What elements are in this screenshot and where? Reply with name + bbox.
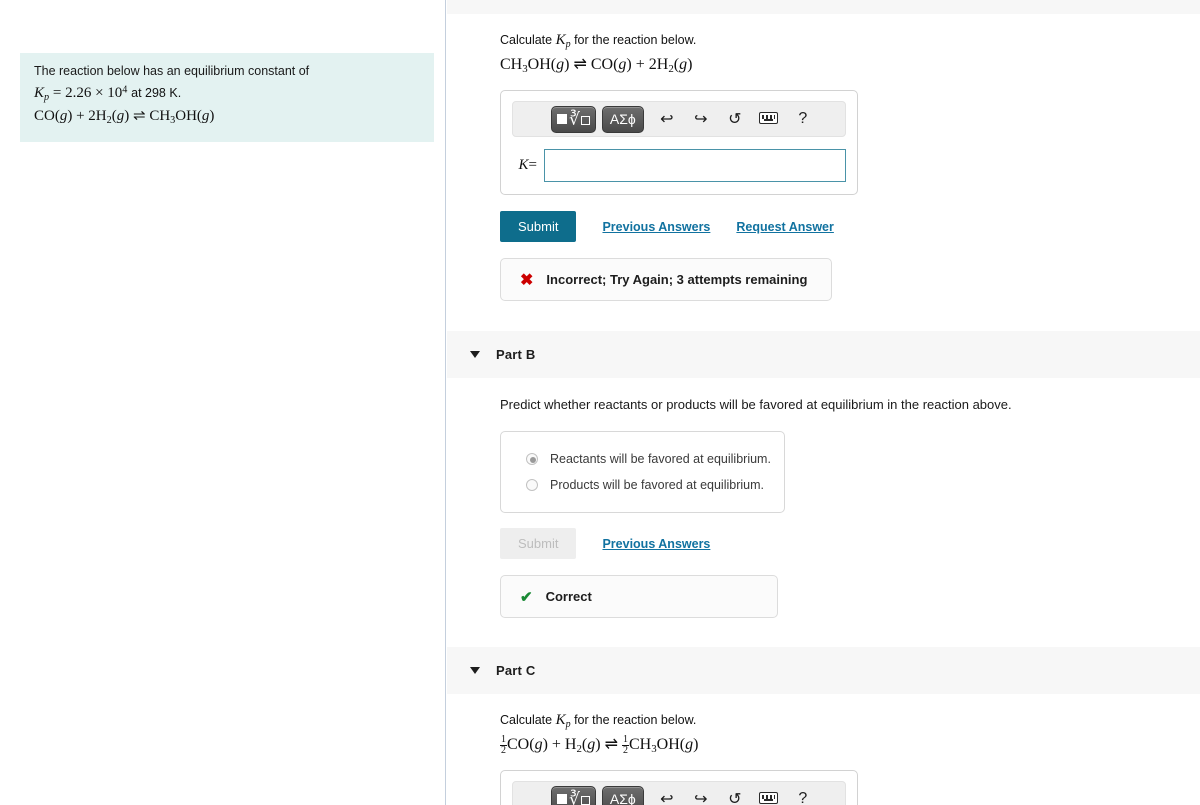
part-a-prompt: Calculate Kp for the reaction below. (500, 30, 1200, 52)
page-root: The reaction below has an equilibrium co… (0, 0, 1200, 805)
part-b-prompt: Predict whether reactants or products wi… (500, 397, 1012, 413)
eq-h2: ) + 2H (67, 107, 107, 124)
part-a-equals-sign: = (528, 157, 537, 174)
part-b-choice-products-label: Products will be favored at equilibrium. (550, 478, 764, 493)
part-c-prompt-k: K (555, 712, 566, 729)
part-a-prompt-suffix: for the reaction below. (570, 33, 697, 47)
part-a-math-toolbar: ∛ ΑΣϕ ↩ ↪ ↺ ? (512, 101, 846, 138)
part-b-title: Part B (496, 347, 536, 363)
part-a-k-symbol: K (518, 157, 529, 174)
part-c-title: Part C (496, 663, 536, 679)
part-b-choice-products[interactable]: Products will be favored at equilibrium. (501, 472, 784, 498)
part-a-prompt-prefix: Calculate (500, 33, 556, 47)
part-b-header[interactable]: Part B (447, 331, 1200, 379)
sqrt-template-button[interactable]: ∛ (551, 105, 596, 133)
keyboard-icon-2[interactable] (752, 791, 786, 805)
left-chemical-equation: CO(g) + 2H2(g) ⇌ CH3OH(g) (34, 106, 422, 129)
part-c-prompt: Calculate Kp for the reaction below. (500, 710, 1200, 732)
part-a-chemical-equation: CH3OH(g) ⇌ CO(g) + 2H2(g) (500, 56, 693, 76)
eq-close-paren: ) (124, 107, 130, 124)
part-b-body: Predict whether reactants or products wi… (447, 378, 1200, 619)
part-b-previous-answers-link[interactable]: Previous Answers (602, 537, 710, 551)
incorrect-icon: ✖ (520, 271, 534, 289)
eq-ch: CH (149, 107, 171, 124)
part-a-prompt-k: K (555, 32, 566, 48)
part-c-prompt-prefix: Calculate (500, 713, 556, 728)
eq-oh: OH( (175, 107, 202, 124)
right-answer-pane: Calculate Kp for the reaction below. CH3… (447, 0, 1200, 805)
part-a-request-answer-link[interactable]: Request Answer (736, 220, 833, 234)
part-b-feedback-text: Correct (545, 589, 592, 605)
part-c-body: Calculate Kp for the reaction below. 12 … (447, 694, 1200, 805)
part-a-input-row: K= (512, 149, 846, 183)
radio-products-icon[interactable] (526, 479, 538, 492)
part-a-input-label: K= (512, 157, 544, 174)
part-a-header-strip[interactable] (447, 0, 1200, 14)
kp-symbol: K (34, 84, 45, 101)
part-b-choice-reactants[interactable]: Reactants will be favored at equilibrium… (501, 446, 784, 472)
part-a-answer-box: ∛ ΑΣϕ ↩ ↪ ↺ ? K= (500, 90, 858, 196)
greek-symbols-button[interactable]: ΑΣϕ (601, 105, 644, 133)
question-statement-card: The reaction below has an equilibrium co… (20, 53, 434, 143)
kp-value: = 2.26 × 10 (52, 84, 123, 101)
part-c-header[interactable]: Part C (447, 647, 1200, 695)
kp-exponent: 4 (122, 84, 128, 96)
kp-temperature: at 298 K. (131, 85, 182, 100)
part-a-actions: Submit Previous Answers Request Answer (500, 211, 1200, 243)
reset-icon[interactable]: ↺ (718, 109, 752, 129)
part-c-chemical-equation: 12 CO(g) + H2(g) ⇌ 12 CH3OH(g) (500, 734, 699, 757)
kp-subscript: p (44, 91, 50, 103)
left-question-pane: The reaction below has an equilibrium co… (0, 0, 446, 805)
part-a-feedback: ✖ Incorrect; Try Again; 3 attempts remai… (500, 258, 832, 302)
chevron-down-icon-2[interactable] (470, 667, 480, 675)
equilibrium-constant-line: Kp = 2.26 × 104 at 298 K. (34, 83, 422, 106)
part-a-feedback-text: Incorrect; Try Again; 3 attempts remaini… (546, 272, 808, 288)
part-a-previous-answers-link[interactable]: Previous Answers (602, 220, 710, 234)
part-b-choice-reactants-label: Reactants will be favored at equilibrium… (550, 452, 771, 467)
eq-close-paren-2: ) (209, 107, 215, 124)
correct-icon: ✔ (520, 588, 533, 606)
part-c-answer-box: ∛ ΑΣϕ ↩ ↪ ↺ ? K= (500, 770, 858, 805)
part-c-math-toolbar: ∛ ΑΣϕ ↩ ↪ ↺ ? (512, 781, 846, 805)
part-a-answer-input[interactable] (544, 149, 846, 183)
question-intro-line: The reaction below has an equilibrium co… (34, 64, 310, 78)
help-icon[interactable]: ? (786, 110, 820, 128)
part-c-prompt-suffix: for the reaction below. (570, 713, 697, 728)
radio-reactants-icon[interactable] (526, 453, 538, 466)
undo-icon-2[interactable]: ↩ (650, 789, 684, 805)
part-b-actions: Submit Previous Answers (500, 528, 1200, 560)
eq-co: CO( (34, 107, 60, 124)
part-a-submit-button[interactable]: Submit (500, 211, 577, 243)
part-a-body: Calculate Kp for the reaction below. CH3… (447, 14, 1200, 302)
part-b-choices: Reactants will be favored at equilibrium… (500, 431, 785, 514)
sqrt-template-button-2[interactable]: ∛ (551, 785, 596, 805)
part-b-feedback: ✔ Correct (500, 575, 778, 619)
greek-symbols-button-2[interactable]: ΑΣϕ (601, 785, 644, 805)
keyboard-icon[interactable] (752, 111, 786, 127)
equilibrium-arrow-icon: ⇌ (132, 107, 146, 124)
undo-icon[interactable]: ↩ (650, 109, 684, 129)
reset-icon-2[interactable]: ↺ (718, 789, 752, 805)
redo-icon[interactable]: ↪ (684, 109, 718, 129)
part-b-submit-button[interactable]: Submit (500, 528, 577, 560)
help-icon-2[interactable]: ? (786, 790, 820, 805)
chevron-down-icon[interactable] (470, 351, 480, 359)
redo-icon-2[interactable]: ↪ (684, 789, 718, 805)
